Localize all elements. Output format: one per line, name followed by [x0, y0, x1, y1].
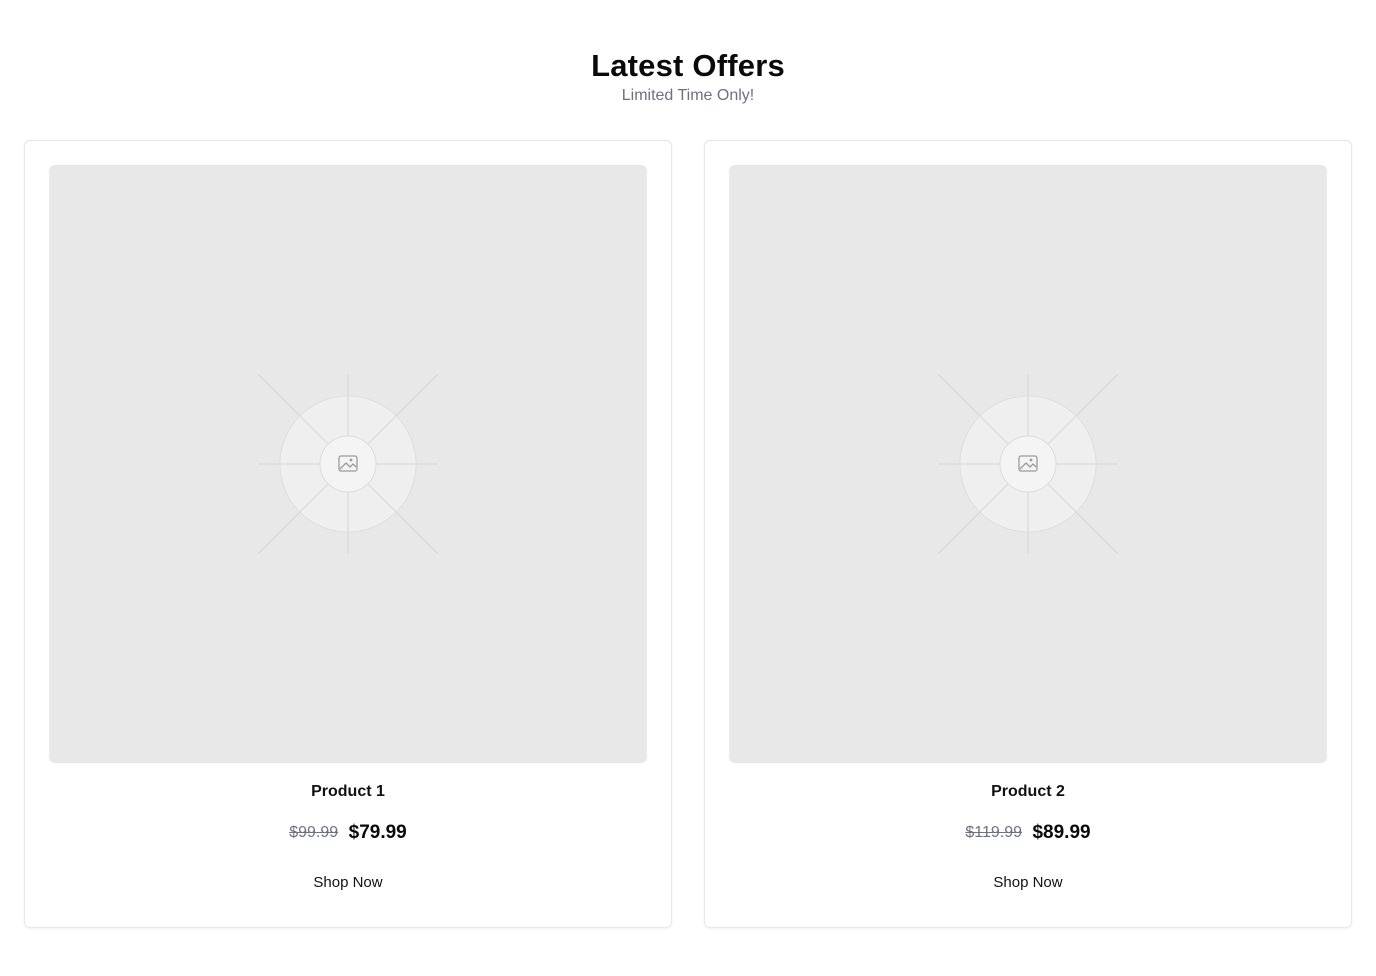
page-subtitle: Limited Time Only! — [621, 87, 755, 104]
product-image-placeholder — [729, 165, 1327, 763]
original-price: $119.99 — [965, 824, 1023, 841]
image-placeholder-icon — [937, 373, 1119, 555]
shop-now-button[interactable]: Shop Now — [983, 869, 1072, 897]
price-row: $119.99 $89.99 — [705, 821, 1351, 845]
price-row: $99.99 $79.99 — [25, 821, 671, 845]
product-card: Product 2 $119.99 $89.99 Shop Now — [704, 140, 1352, 928]
product-name: Product 1 — [311, 783, 385, 800]
shop-now-button[interactable]: Shop Now — [303, 869, 392, 897]
original-price: $99.99 — [289, 824, 339, 841]
page-title: Latest Offers — [591, 48, 785, 83]
image-placeholder-icon — [257, 373, 439, 555]
sale-price: $79.99 — [348, 822, 407, 843]
product-card: Product 1 $99.99 $79.99 Shop Now — [24, 140, 672, 928]
product-name: Product 2 — [991, 783, 1065, 800]
sale-price: $89.99 — [1032, 822, 1091, 843]
product-image-placeholder — [49, 165, 647, 763]
